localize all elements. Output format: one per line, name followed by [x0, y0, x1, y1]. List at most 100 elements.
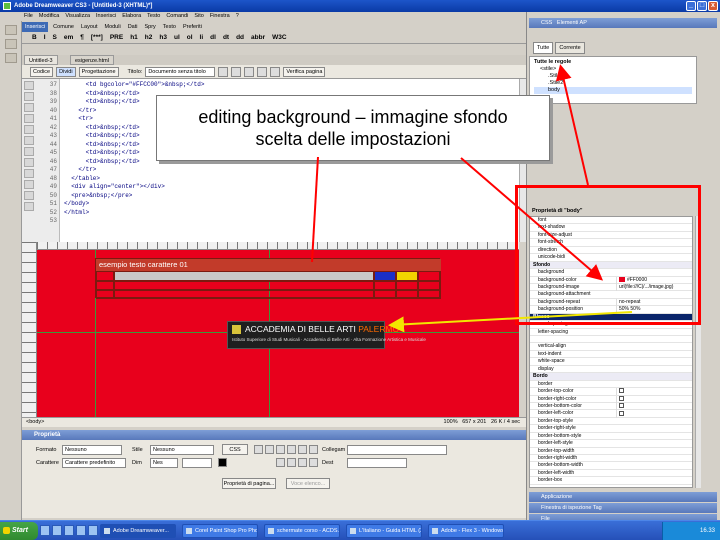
ordered-list-icon[interactable]	[287, 458, 296, 467]
unordered-list-icon[interactable]	[276, 458, 285, 467]
table-cell[interactable]	[114, 290, 374, 299]
tab-layout[interactable]: Layout	[79, 22, 100, 32]
tab-inserisci[interactable]: Inserisci	[22, 21, 49, 32]
css-tab[interactable]: CSS	[541, 20, 552, 26]
ul-button[interactable]: ul	[174, 34, 180, 41]
table-cell[interactable]	[374, 290, 396, 299]
tab-tutte[interactable]: Tutte	[533, 42, 554, 54]
taskbar-item-dreamweaver[interactable]: Adobe Dreamweaver...	[100, 524, 176, 538]
collapse-icon[interactable]	[24, 81, 34, 90]
property-row[interactable]: border-top-style	[530, 418, 692, 426]
tab-moduli[interactable]: Moduli	[102, 22, 122, 32]
property-row[interactable]: letter-spacing	[530, 329, 692, 336]
target-select[interactable]	[347, 458, 407, 468]
line-numbers-icon[interactable]	[24, 114, 34, 123]
align-justify-icon[interactable]	[309, 445, 318, 454]
bold-toggle-icon[interactable]	[254, 445, 263, 454]
style-select[interactable]: Nessuno	[150, 445, 214, 455]
taskbar-item-html-guide[interactable]: L'Italiano - Guida HTML (X...	[346, 524, 422, 538]
properties-panel-header[interactable]: Proprietà	[22, 430, 526, 440]
code-line[interactable]: </html>	[64, 209, 204, 218]
dl-button[interactable]: dl	[210, 34, 216, 41]
property-row[interactable]	[530, 336, 692, 344]
rule-item[interactable]: .Stile2	[534, 80, 692, 87]
tool-icon[interactable]	[4, 39, 17, 49]
property-row[interactable]: border-right-width	[530, 455, 692, 463]
code-line[interactable]: </table>	[64, 175, 204, 184]
refresh-icon[interactable]	[244, 66, 255, 77]
property-row[interactable]: border-left-style	[530, 440, 692, 448]
size-select[interactable]: Nes	[150, 458, 178, 468]
tab-corrente[interactable]: Corrente	[555, 42, 585, 54]
applicazione-panel-header[interactable]: Applicazione	[529, 492, 717, 502]
split-view-button[interactable]: Dividi	[56, 66, 76, 77]
snippet-icon[interactable]	[24, 202, 34, 211]
menu-sito[interactable]: Sito	[194, 12, 203, 21]
h2-button[interactable]: h2	[145, 34, 153, 41]
property-row[interactable]: border-right-color	[530, 395, 692, 403]
quicklaunch-icon[interactable]	[64, 525, 74, 536]
page-title-input[interactable]: Documento senza titolo	[145, 66, 216, 77]
font-select[interactable]: Carattere predefinito	[62, 458, 126, 468]
property-row[interactable]: white-space	[530, 358, 692, 366]
menu-elabora[interactable]: Elabora	[122, 12, 141, 21]
w3c-button[interactable]: W3C	[272, 34, 286, 41]
menu-finestra[interactable]: Finestra	[210, 12, 230, 21]
tab-comune[interactable]: Comune	[51, 22, 76, 32]
start-button[interactable]: Start	[0, 522, 38, 540]
minimize-button[interactable]: _	[686, 1, 696, 11]
property-row[interactable]: border-left-width	[530, 470, 692, 478]
page-properties-button[interactable]: Proprietà di pagina...	[222, 478, 276, 489]
size-unit-select[interactable]	[182, 458, 212, 468]
property-row[interactable]: border-box	[530, 477, 692, 485]
checkbox-icon[interactable]	[619, 395, 624, 401]
pre-button[interactable]: PRE	[110, 34, 123, 41]
property-value[interactable]	[616, 388, 692, 396]
table-cell[interactable]	[418, 271, 441, 281]
indent-icon[interactable]	[24, 169, 34, 178]
taskbar-item-flex[interactable]: Adobe - Flex 3 - Windows...	[428, 524, 504, 538]
abbr-button[interactable]: abbr	[251, 34, 265, 41]
h1-button[interactable]: h1	[130, 34, 138, 41]
menu-comandi[interactable]: Comandi	[166, 12, 188, 21]
tool-icon[interactable]	[4, 25, 17, 35]
checkbox-icon[interactable]	[619, 410, 624, 416]
table-cell[interactable]	[418, 281, 441, 290]
window-size[interactable]: 657 x 201	[462, 419, 486, 425]
indent-icon[interactable]	[309, 458, 318, 467]
quicklaunch-icon[interactable]	[40, 525, 50, 536]
li-button[interactable]: li	[200, 34, 204, 41]
format-select[interactable]: Nessuno	[62, 445, 122, 455]
align-right-icon[interactable]	[298, 445, 307, 454]
select-parent-icon[interactable]	[24, 103, 34, 112]
clock[interactable]: 16.33	[700, 528, 715, 534]
color-picker-icon[interactable]	[218, 458, 227, 467]
property-value[interactable]	[616, 402, 692, 411]
menu-visualizza[interactable]: Visualizza	[65, 12, 90, 21]
property-row[interactable]: border-left-color	[530, 410, 692, 418]
code-line[interactable]: <td bgcolor="#FFCC00">&nbsp;</td>	[64, 81, 205, 90]
h3-button[interactable]: h3	[159, 34, 167, 41]
validate-button[interactable]: Verifica pagina	[283, 66, 326, 77]
property-category[interactable]: Bordo	[530, 373, 692, 381]
rule-style-tag[interactable]: <stile>	[534, 66, 692, 73]
quicklaunch-icon[interactable]	[76, 525, 86, 536]
property-row[interactable]: text-indent	[530, 351, 692, 359]
rule-body[interactable]: body	[534, 87, 692, 94]
menu-inserisci[interactable]: Inserisci	[96, 12, 116, 21]
tag-inspector-panel-header[interactable]: Finestra di ispezione Tag	[529, 503, 717, 513]
property-row[interactable]: vertical-align	[530, 343, 692, 351]
property-row[interactable]: border-top-color	[530, 388, 692, 396]
expand-icon[interactable]	[24, 92, 34, 101]
design-view-button[interactable]: Progettazione	[78, 66, 119, 77]
uncomment-icon[interactable]	[24, 158, 34, 167]
blockquote-button[interactable]: [***]	[91, 34, 103, 41]
italic-button[interactable]: I	[44, 34, 46, 41]
property-row[interactable]: border-bottom-style	[530, 433, 692, 441]
menu-help[interactable]: ?	[236, 12, 239, 21]
comment-icon[interactable]	[24, 147, 34, 156]
maximize-button[interactable]: □	[697, 1, 707, 11]
bold-button[interactable]: B	[32, 34, 37, 41]
tab-dati[interactable]: Dati	[126, 22, 140, 32]
table-caption[interactable]: esempio testo carattere 01	[96, 259, 441, 271]
